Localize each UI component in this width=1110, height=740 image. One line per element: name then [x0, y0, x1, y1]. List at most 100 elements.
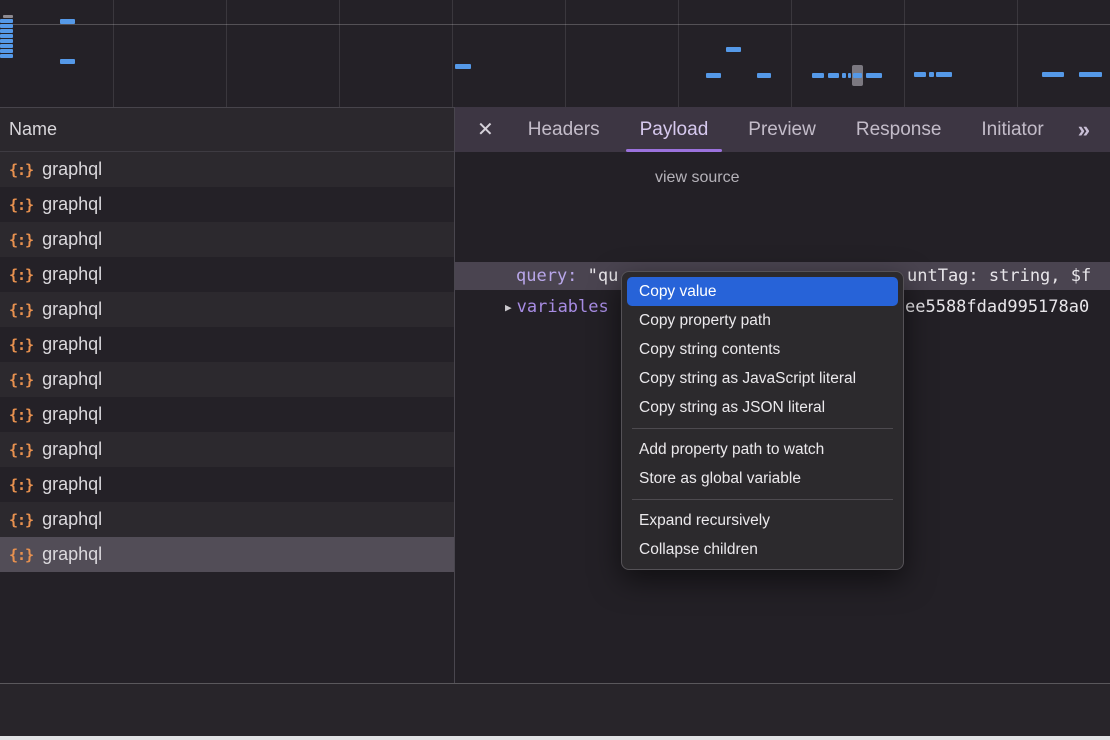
- json-icon: {:}: [9, 266, 33, 284]
- request-row[interactable]: {:} graphql: [0, 327, 455, 362]
- json-icon: {:}: [9, 161, 33, 179]
- grid-line: [791, 0, 792, 107]
- request-name: graphql: [42, 474, 102, 495]
- menu-item-store-as-global-variable[interactable]: Store as global variable: [627, 464, 898, 493]
- request-name: graphql: [42, 159, 102, 180]
- request-name: graphql: [42, 404, 102, 425]
- json-icon: {:}: [9, 301, 33, 319]
- property-value-left: "qu: [577, 266, 618, 286]
- tab-headers[interactable]: Headers: [508, 107, 620, 152]
- request-row[interactable]: {:} graphql: [0, 537, 455, 572]
- menu-item-copy-string-as-json-literal[interactable]: Copy string as JSON literal: [627, 393, 898, 422]
- json-icon: {:}: [9, 371, 33, 389]
- menu-item-copy-value[interactable]: Copy value: [627, 277, 898, 306]
- json-icon: {:}: [9, 336, 33, 354]
- request-name: graphql: [42, 264, 102, 285]
- detail-tabbar: ✕ HeadersPayloadPreviewResponseInitiator…: [455, 107, 1110, 152]
- property-value-right: untTag: string, $f: [907, 262, 1091, 290]
- grid-line: [1017, 0, 1018, 107]
- payload-root-row[interactable]: ▼{operationName: "ipFlowTimeseries", var…: [486, 200, 1110, 230]
- panel-divider[interactable]: [454, 107, 455, 736]
- request-list: {:} graphql {:} graphql {:} graphql {:} graphql…: [0, 152, 455, 572]
- waterfall-bar: [0, 29, 13, 33]
- waterfall-bar: [1079, 72, 1102, 77]
- waterfall-bar: [0, 24, 13, 28]
- request-name: graphql: [42, 509, 102, 530]
- grid-line: [678, 0, 679, 107]
- close-icon[interactable]: ✕: [455, 117, 508, 142]
- json-icon: {:}: [9, 441, 33, 459]
- devtools-network-panel: Name {:}graphql{:}graphql{:}graphql{:}gr…: [0, 0, 1110, 740]
- waterfall-bar: [828, 73, 839, 78]
- more-tabs-icon[interactable]: »: [1066, 117, 1102, 143]
- waterfall-bar: [848, 73, 851, 78]
- waterfall-bar: [0, 39, 13, 43]
- grid-line: [226, 0, 227, 107]
- waterfall-bar: [60, 59, 75, 64]
- property-key: query:: [516, 266, 577, 286]
- view-source-link[interactable]: view source: [655, 163, 739, 193]
- grid-line: [565, 0, 566, 107]
- waterfall-bar: [3, 15, 13, 18]
- tab-response[interactable]: Response: [836, 107, 962, 152]
- menu-separator: [632, 428, 893, 429]
- grid-line: [113, 0, 114, 107]
- json-icon: {:}: [9, 196, 33, 214]
- json-icon: {:}: [9, 406, 33, 424]
- menu-item-add-property-path-to-watch[interactable]: Add property path to watch: [627, 435, 898, 464]
- tab-preview[interactable]: Preview: [728, 107, 836, 152]
- json-icon: {:}: [9, 546, 33, 564]
- waterfall-bar: [0, 19, 13, 23]
- menu-item-collapse-children[interactable]: Collapse children: [627, 535, 898, 564]
- request-row[interactable]: {:} graphql: [0, 222, 455, 257]
- request-payload-section[interactable]: ▼Request Payload view source: [466, 163, 1110, 193]
- summary-footer: [0, 684, 1110, 736]
- name-column-header[interactable]: Name: [0, 107, 455, 152]
- network-overview[interactable]: [0, 0, 1110, 107]
- context-menu: Copy valueCopy property pathCopy string …: [621, 271, 904, 570]
- waterfall-bar: [812, 73, 824, 78]
- waterfall-bar: [706, 73, 721, 78]
- json-icon: {:}: [9, 511, 33, 529]
- expand-triangle-icon[interactable]: ▶: [505, 293, 512, 322]
- request-name: graphql: [42, 369, 102, 390]
- operation-name-row[interactable]: operationName: "ipFlowTimeseries": [520, 231, 1110, 261]
- waterfall-bar: [929, 72, 934, 77]
- waterfall-bar: [726, 47, 741, 52]
- waterfall-bar: [757, 73, 771, 78]
- request-name: graphql: [42, 229, 102, 250]
- grid-line: [339, 0, 340, 107]
- waterfall-bar: [866, 73, 882, 78]
- waterfall-bar: [0, 49, 13, 53]
- waterfall-bar: [853, 73, 862, 78]
- request-row[interactable]: {:} graphql: [0, 432, 455, 467]
- request-row[interactable]: {:} graphql: [0, 502, 455, 537]
- tab-payload[interactable]: Payload: [620, 107, 729, 152]
- menu-item-copy-string-contents[interactable]: Copy string contents: [627, 335, 898, 364]
- request-name: graphql: [42, 334, 102, 355]
- menu-item-copy-property-path[interactable]: Copy property path: [627, 306, 898, 335]
- request-row[interactable]: {:} graphql: [0, 152, 455, 187]
- grid-line: [904, 0, 905, 107]
- waterfall-bar: [0, 54, 13, 58]
- request-row[interactable]: {:}graphql: [0, 292, 455, 327]
- request-row[interactable]: {:} graphql: [0, 187, 455, 222]
- waterfall-bar: [455, 64, 471, 69]
- menu-item-expand-recursively[interactable]: Expand recursively: [627, 506, 898, 535]
- request-row[interactable]: {:} graphql: [0, 257, 455, 292]
- waterfall-bar: [914, 72, 926, 77]
- json-icon: {:}: [9, 231, 33, 249]
- request-row[interactable]: {:} graphql: [0, 362, 455, 397]
- variables-value-fragment: ee5588fdad995178a0: [905, 292, 1089, 322]
- menu-separator: [632, 499, 893, 500]
- request-row[interactable]: {:} graphql: [0, 397, 455, 432]
- menu-item-copy-string-as-javascript-literal[interactable]: Copy string as JavaScript literal: [627, 364, 898, 393]
- waterfall-bar: [1042, 72, 1064, 77]
- request-name: graphql: [42, 544, 102, 565]
- request-name: graphql: [42, 194, 102, 215]
- json-icon: {:}: [9, 476, 33, 494]
- request-row[interactable]: {:} graphql: [0, 467, 455, 502]
- tab-initiator[interactable]: Initiator: [961, 107, 1063, 152]
- waterfall-bar: [0, 34, 13, 38]
- request-name: graphql: [42, 439, 102, 460]
